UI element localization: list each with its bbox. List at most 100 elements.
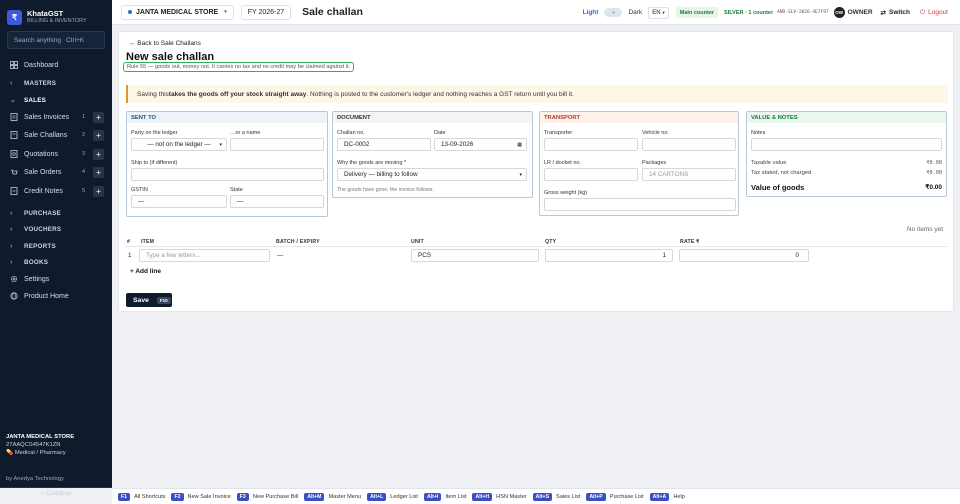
chevron-down-icon: ⌄ [10,97,17,104]
shortcut-item-list[interactable]: Alt+I Item List [423,492,466,501]
shortcut-number: 5 [81,188,85,194]
order-icon [10,168,18,176]
transporter-input[interactable] [544,138,638,151]
chevron-down-icon: ▾ [519,171,522,178]
sidebar-section-sales[interactable]: ⌄ SALES [0,91,112,109]
collapse-button[interactable]: « Collapse [0,490,112,497]
sidebar-item-settings[interactable]: Settings [0,270,112,288]
logout-button[interactable]: ⏻ Logout [920,9,948,17]
shop-selector[interactable]: JANTA MEDICAL STORE ▾ [121,4,234,20]
qty-input[interactable]: 1 [545,249,673,262]
gear-icon [10,275,18,283]
shortcut-number: 2 [81,132,85,138]
item-search-input[interactable]: Type a few letters... [139,249,270,262]
back-link[interactable]: ← Back to Sale Challans [129,40,201,47]
goods-total-value: ₹0.00 [925,184,942,191]
shortcut-master-menu[interactable]: Alt+M Master Menu [304,492,361,501]
chevron-right-icon: › [10,258,13,266]
sidebar-item-dashboard[interactable]: Dashboard [0,56,112,74]
rate-input[interactable]: 0 [679,249,809,262]
add-quotation-button[interactable]: + [93,148,104,160]
sidebar-section-vouchers[interactable]: › VOUCHERS [0,220,112,238]
info-banner: Saving this takes the goods off your sto… [126,85,948,103]
brand-logo: ₹ [7,10,22,25]
chevron-right-icon: › [10,209,13,217]
plan-id: ANO-SLV-2026-4E7F97 [777,10,829,15]
shortcut-number: 3 [81,151,85,157]
theme-dark-label: Dark [628,9,643,16]
transport-panel: TRANSPORT Transporter Vehicle no. LR / d… [539,111,739,216]
date-label: Date [434,130,446,136]
ship-to-input[interactable] [131,168,324,181]
globe-icon [10,292,18,300]
name-input[interactable] [230,138,324,151]
add-sale-challan-button[interactable]: + [93,129,104,141]
sidebar-item-label: Sales Invoices [24,113,70,121]
shortcut-purchase-list[interactable]: Alt+P Purchase List [586,492,644,501]
sidebar-section-books[interactable]: › BOOKS [0,253,112,271]
sidebar: ₹ KhataGST BILLING & INVENTORY Search an… [0,0,112,497]
why-select[interactable]: Delivery — billing to follow ▾ [337,168,527,181]
panel-heading: VALUE & NOTES [747,112,946,123]
sidebar-item-product-home[interactable]: Product Home [0,287,112,305]
shortcut-all[interactable]: F1 All Shortcuts [118,492,165,501]
date-input[interactable]: 13-09-2026 ▦ [434,138,527,151]
calendar-icon[interactable]: ▦ [517,142,522,148]
chevron-down-icon: ▾ [219,141,222,148]
sidebar-item-quotations[interactable]: Quotations 3 + [0,145,112,163]
vehicle-input[interactable] [642,138,736,151]
sent-to-panel: SENT TO Party on the ledger — not on the… [126,111,328,217]
footer-gstin: 27AAQCS4547K1ZN [6,442,61,448]
theme-toggle[interactable]: ☀ [604,8,623,17]
sidebar-footer: JANTA MEDICAL STORE 27AAQCS4547K1ZN 💊 Me… [0,433,112,497]
fy-selector[interactable]: FY 2026-27 [240,4,292,20]
sidebar-item-label: Credit Notes [24,187,63,195]
add-sale-order-button[interactable]: + [93,166,104,178]
sidebar-item-sale-orders[interactable]: Sale Orders 4 + [0,163,112,181]
shop-name: JANTA MEDICAL STORE [136,8,219,16]
unit-input[interactable]: PCS [411,249,539,262]
vehicle-label: Vehicle no. [642,130,669,136]
sidebar-item-sales-invoices[interactable]: Sales Invoices 1 + [0,108,112,126]
chevron-down-icon: ▾ [662,9,665,15]
switch-button[interactable]: ⇄ Switch [881,9,910,17]
gstin-input[interactable]: — [131,195,227,208]
packages-input[interactable]: 14 CARTONS [642,168,736,181]
shortcut-ledger-list[interactable]: Alt+L Ledger List [367,492,418,501]
sidebar-item-sale-challans[interactable]: Sale Challans 2 + [0,126,112,144]
language-select[interactable]: EN ▾ [648,6,669,19]
state-input[interactable]: — [230,195,324,208]
footer-business-type: 💊 Medical / Pharmacy [6,450,66,456]
save-kbd: F10 [156,296,171,304]
add-sales-invoice-button[interactable]: + [93,111,104,123]
panel-heading: SENT TO [127,112,327,123]
weight-input[interactable] [544,198,736,211]
shortcut-hsn-master[interactable]: Alt+H HSN Master [472,492,527,501]
plan-label: SILVER · 1 counter [724,9,774,16]
panel-heading: DOCUMENT [333,112,532,123]
goods-total-label: Value of goods [751,183,805,192]
weight-label: Gross weight (kg) [544,190,588,196]
footer-divider [0,487,112,488]
sidebar-section-masters[interactable]: › MASTERS [0,74,112,92]
add-line-button[interactable]: + Add line [130,268,161,275]
avatar[interactable]: OW [833,7,845,18]
shortcut-help[interactable]: Alt+A Help [649,492,685,501]
party-select[interactable]: — not on the ledger — ▾ [131,138,227,151]
shortcut-new-purchase-bill[interactable]: F3 New Purchase Bill [236,492,298,501]
lr-input[interactable] [544,168,638,181]
notes-label: Notes [751,130,766,136]
save-button[interactable]: Save F10 [126,293,172,307]
page-title: Sale challan [302,6,363,18]
sidebar-item-credit-notes[interactable]: Credit Notes 5 + [0,182,112,200]
shortcut-sales-list[interactable]: Alt+S Sales List [532,492,580,501]
sidebar-item-label: Sale Challans [24,131,68,139]
search-input[interactable]: Search anything Ctrl+K [7,31,105,49]
challan-no-input[interactable]: DC-0002 [337,138,431,151]
shortcut-new-sale-invoice[interactable]: F2 New Sale Invoice [171,492,231,501]
notes-input[interactable] [751,138,942,151]
party-label: Party on the ledger [131,130,178,136]
pill-icon: 💊 [6,450,14,456]
sidebar-item-label: Product Home [24,292,69,300]
add-credit-note-button[interactable]: + [93,185,104,197]
